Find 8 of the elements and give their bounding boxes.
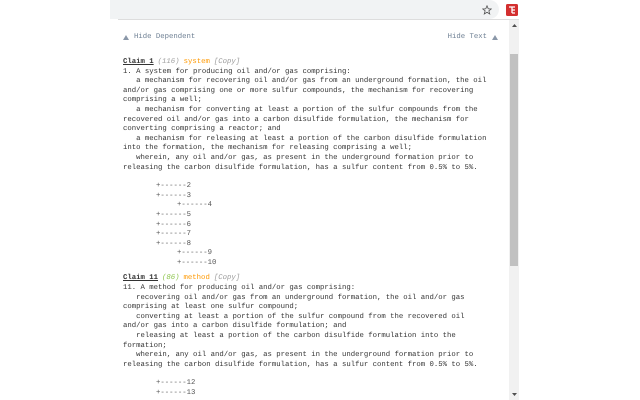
star-icon[interactable]: [482, 4, 492, 14]
caret-up-icon: [123, 34, 129, 40]
caret-up-icon: [492, 34, 498, 40]
scrollbar[interactable]: [509, 20, 519, 400]
scroll-up-icon[interactable]: [512, 24, 516, 27]
scroll-down-icon[interactable]: [512, 393, 516, 396]
extension-icon[interactable]: [506, 4, 518, 16]
scrollbar-thumb[interactable]: [510, 54, 518, 266]
